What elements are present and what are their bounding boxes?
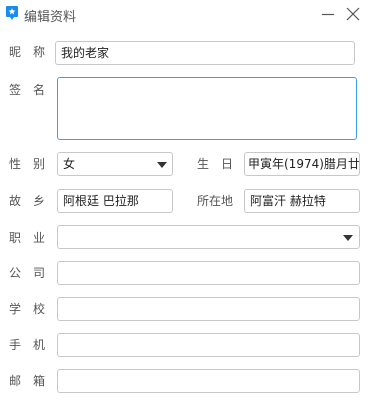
school-input[interactable] <box>57 297 360 321</box>
chevron-down-icon <box>343 235 353 241</box>
title-bar: 编辑资料 <box>0 0 368 28</box>
occupation-select[interactable] <box>57 225 360 249</box>
company-label: 公司 <box>9 266 58 280</box>
nickname-value: 我的老家 <box>61 46 110 60</box>
hometown-input[interactable]: 阿根廷 巴拉那 <box>57 189 173 213</box>
qq-penguin-icon <box>6 6 18 20</box>
nickname-input[interactable]: 我的老家 <box>55 41 355 65</box>
phone-label: 手机 <box>9 338 58 352</box>
email-input[interactable] <box>57 369 360 393</box>
school-label: 学校 <box>9 302 58 316</box>
window-title: 编辑资料 <box>24 10 77 25</box>
location-label: 所在地 <box>197 194 234 208</box>
hometown-label: 故乡 <box>9 194 58 208</box>
hometown-value: 阿根廷 巴拉那 <box>63 194 139 208</box>
phone-input[interactable] <box>57 333 360 357</box>
company-input[interactable] <box>57 261 360 285</box>
chevron-down-icon <box>157 162 167 168</box>
nickname-label: 昵称 <box>9 45 58 59</box>
signature-label: 签名 <box>9 83 58 97</box>
birthday-input[interactable]: 甲寅年(1974)腊月廿 <box>244 152 360 176</box>
minimize-icon[interactable] <box>319 5 337 23</box>
location-input[interactable]: 阿富汗 赫拉特 <box>244 189 360 213</box>
gender-label: 性别 <box>9 157 58 171</box>
birthday-value: 甲寅年(1974)腊月廿 <box>248 157 360 171</box>
gender-value: 女 <box>63 157 76 171</box>
location-value: 阿富汗 赫拉特 <box>250 194 326 208</box>
gender-select[interactable]: 女 <box>57 152 173 176</box>
occupation-label: 职业 <box>9 231 58 245</box>
birthday-label: 生日 <box>197 157 246 171</box>
close-icon[interactable] <box>344 5 362 23</box>
email-label: 邮箱 <box>9 374 58 388</box>
signature-textarea[interactable] <box>57 77 357 140</box>
